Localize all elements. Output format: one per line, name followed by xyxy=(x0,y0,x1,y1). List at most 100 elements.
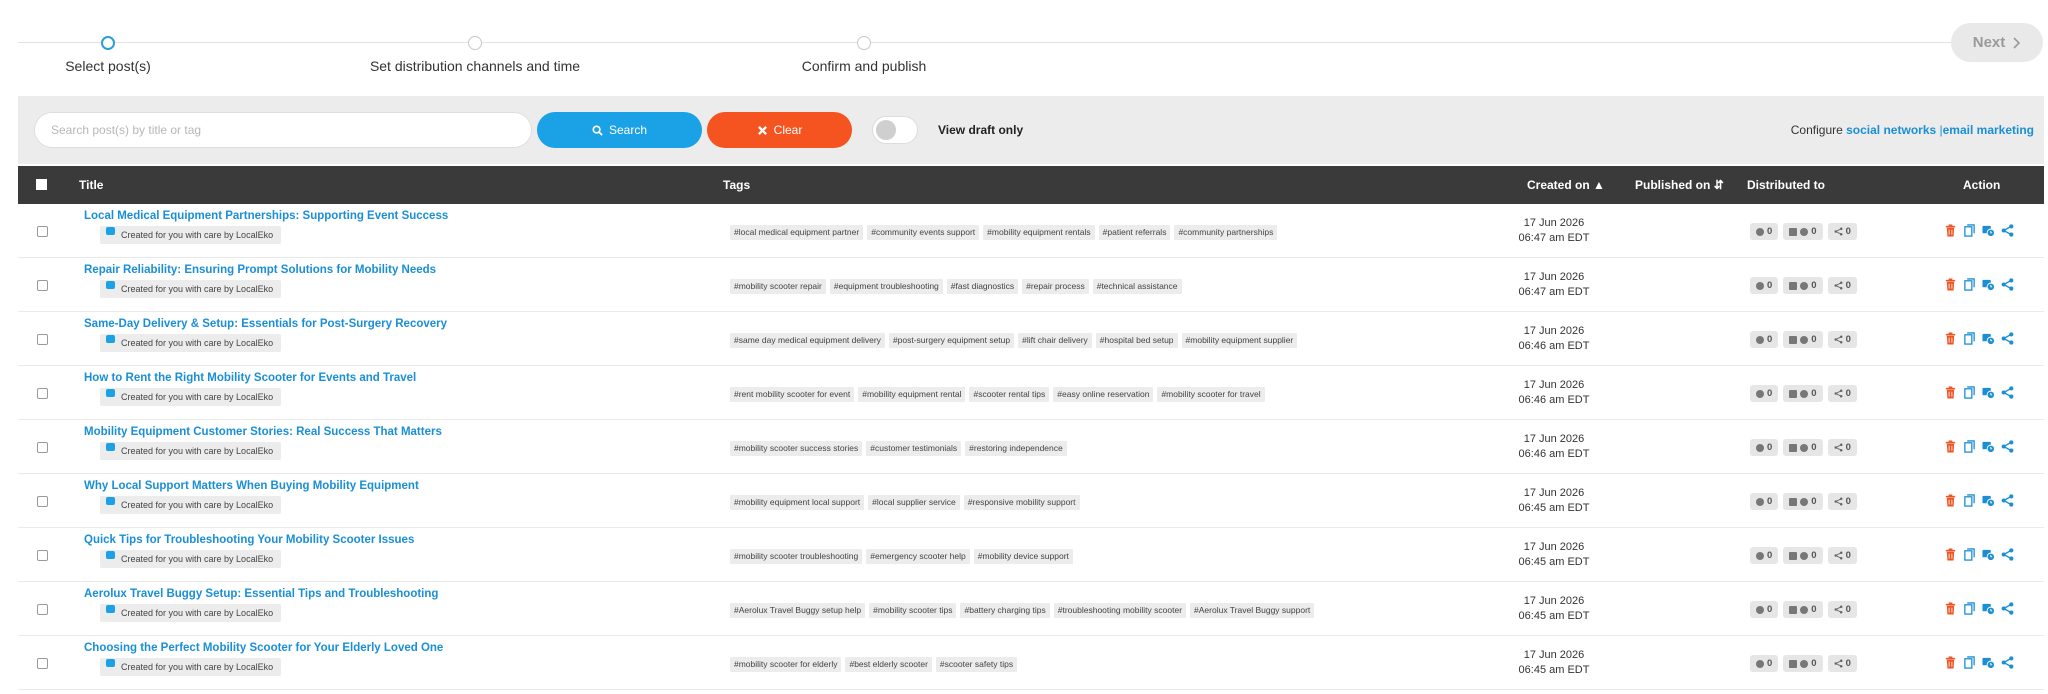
draft-toggle[interactable] xyxy=(872,116,918,144)
post-title-link[interactable]: Mobility Equipment Customer Stories: Rea… xyxy=(84,426,442,438)
tag-chip: #local supplier service xyxy=(868,495,960,510)
copy-icon[interactable] xyxy=(1963,494,1976,507)
row-checkbox[interactable] xyxy=(37,280,48,291)
search-button[interactable]: Search xyxy=(537,112,702,148)
share-icon[interactable] xyxy=(2001,332,2014,345)
bot-icon xyxy=(106,497,115,505)
stepper: Select post(s) Set distribution channels… xyxy=(0,0,2048,94)
tag-chip: #mobility device support xyxy=(973,549,1073,564)
badge-text: Created for you with care by LocalEko xyxy=(121,392,274,402)
copy-icon[interactable] xyxy=(1963,602,1976,615)
copy-icon[interactable] xyxy=(1963,332,1976,345)
row-checkbox[interactable] xyxy=(37,442,48,453)
schedule-icon[interactable] xyxy=(1982,440,1995,453)
delete-icon[interactable] xyxy=(1944,386,1957,399)
copy-icon[interactable] xyxy=(1963,440,1976,453)
next-button[interactable]: Next xyxy=(1951,23,2043,62)
tag-chip: #scooter safety tips xyxy=(935,657,1018,672)
delete-icon[interactable] xyxy=(1944,602,1957,615)
row-checkbox[interactable] xyxy=(37,388,48,399)
share-icon[interactable] xyxy=(2001,440,2014,453)
created-time: 06:45 am EDT xyxy=(1518,556,1590,568)
post-title-link[interactable]: Local Medical Equipment Partnerships: Su… xyxy=(84,210,448,222)
delete-icon[interactable] xyxy=(1944,278,1957,291)
table-row: Choosing the Perfect Mobility Scooter fo… xyxy=(18,636,2044,690)
schedule-icon[interactable] xyxy=(1982,494,1995,507)
delete-icon[interactable] xyxy=(1944,656,1957,669)
blog-count: 0 xyxy=(1811,442,1817,453)
blog-count: 0 xyxy=(1811,334,1817,345)
schedule-icon[interactable] xyxy=(1982,332,1995,345)
social-networks-link[interactable]: social networks xyxy=(1846,123,1936,137)
row-checkbox[interactable] xyxy=(37,550,48,561)
row-checkbox[interactable] xyxy=(37,226,48,237)
post-title-link[interactable]: Why Local Support Matters When Buying Mo… xyxy=(84,480,419,492)
social-count: 0 xyxy=(1767,658,1773,669)
share-icon[interactable] xyxy=(2001,656,2014,669)
share-icon[interactable] xyxy=(2001,602,2014,615)
post-title-link[interactable]: Aerolux Travel Buggy Setup: Essential Ti… xyxy=(84,588,438,600)
post-title-link[interactable]: Repair Reliability: Ensuring Prompt Solu… xyxy=(84,264,436,276)
step-distribution[interactable]: Set distribution channels and time xyxy=(325,36,625,74)
delete-icon[interactable] xyxy=(1944,224,1957,237)
badge-text: Created for you with care by LocalEko xyxy=(121,230,274,240)
blog-count: 0 xyxy=(1811,658,1817,669)
delete-icon[interactable] xyxy=(1944,440,1957,453)
share-icon xyxy=(1834,389,1843,398)
tag-chip: #mobility scooter for elderly xyxy=(730,657,842,672)
delete-icon[interactable] xyxy=(1944,332,1957,345)
share-icon[interactable] xyxy=(2001,278,2014,291)
share-icon[interactable] xyxy=(2001,494,2014,507)
copy-icon[interactable] xyxy=(1963,278,1976,291)
copy-icon[interactable] xyxy=(1963,656,1976,669)
next-label: Next xyxy=(1972,34,2006,51)
tag-chip: #mobility scooter repair xyxy=(730,279,826,294)
schedule-icon[interactable] xyxy=(1982,656,1995,669)
share-icon[interactable] xyxy=(2001,386,2014,399)
schedule-icon[interactable] xyxy=(1982,386,1995,399)
post-title-link[interactable]: Quick Tips for Troubleshooting Your Mobi… xyxy=(84,534,414,546)
step-select-posts[interactable]: Select post(s) xyxy=(0,36,258,74)
select-all-checkbox[interactable] xyxy=(36,179,47,190)
copy-icon[interactable] xyxy=(1963,224,1976,237)
blog-icon xyxy=(1789,551,1798,560)
table-row: Local Medical Equipment Partnerships: Su… xyxy=(18,204,2044,258)
blog-count-pill: 0 xyxy=(1783,655,1823,672)
tag-chip: #responsive mobility support xyxy=(963,495,1080,510)
sort-icon: ⇵ xyxy=(1713,178,1724,192)
schedule-icon[interactable] xyxy=(1982,602,1995,615)
step-confirm[interactable]: Confirm and publish xyxy=(714,36,1014,74)
post-title-link[interactable]: Same-Day Delivery & Setup: Essentials fo… xyxy=(84,318,447,330)
schedule-icon[interactable] xyxy=(1982,548,1995,561)
schedule-icon[interactable] xyxy=(1982,278,1995,291)
clear-button[interactable]: Clear xyxy=(707,112,852,148)
post-title-link[interactable]: Choosing the Perfect Mobility Scooter fo… xyxy=(84,642,443,654)
delete-icon[interactable] xyxy=(1944,494,1957,507)
row-actions xyxy=(1944,656,2014,669)
search-input[interactable] xyxy=(34,112,532,148)
header-published-on[interactable]: Published on ⇵ xyxy=(1635,178,1724,192)
row-checkbox[interactable] xyxy=(37,604,48,615)
created-time: 06:45 am EDT xyxy=(1518,664,1590,676)
wordpress-icon xyxy=(1800,335,1809,344)
share-icon[interactable] xyxy=(2001,224,2014,237)
wordpress-icon xyxy=(1800,389,1809,398)
row-checkbox[interactable] xyxy=(37,334,48,345)
chevron-right-icon xyxy=(2013,36,2021,49)
created-date: 17 Jun 2026 xyxy=(1523,595,1585,607)
share-count-pill: 0 xyxy=(1827,601,1857,618)
row-checkbox[interactable] xyxy=(37,496,48,507)
delete-icon[interactable] xyxy=(1944,548,1957,561)
created-time: 06:45 am EDT xyxy=(1518,610,1590,622)
email-marketing-link[interactable]: email marketing xyxy=(1943,123,2034,137)
created-on: 17 Jun 2026 06:46 am EDT xyxy=(1514,324,1594,354)
post-title-link[interactable]: How to Rent the Right Mobility Scooter f… xyxy=(84,372,416,384)
schedule-icon[interactable] xyxy=(1982,224,1995,237)
copy-icon[interactable] xyxy=(1963,548,1976,561)
wordpress-icon xyxy=(1800,605,1809,614)
header-title: Title xyxy=(79,178,104,192)
share-icon[interactable] xyxy=(2001,548,2014,561)
row-checkbox[interactable] xyxy=(37,658,48,669)
header-created-on[interactable]: Created on ▲ xyxy=(1527,178,1605,192)
copy-icon[interactable] xyxy=(1963,386,1976,399)
